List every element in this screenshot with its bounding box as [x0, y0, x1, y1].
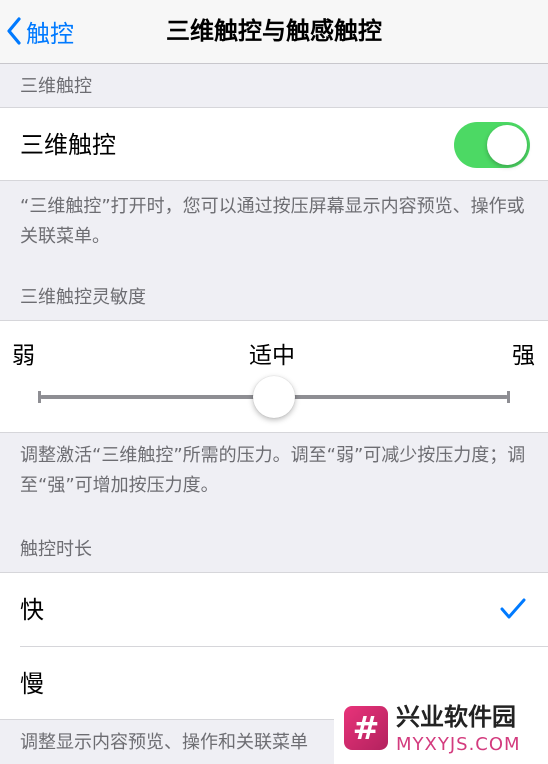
watermark-url: MYXYJS.COM: [396, 734, 521, 755]
slider-tick-min: [38, 391, 41, 403]
slider-thumb[interactable]: [253, 376, 295, 418]
toggle-knob: [487, 125, 527, 165]
watermark: # 兴业软件园 MYXYJS.COM: [334, 696, 548, 764]
duration-option-fast[interactable]: 快: [0, 573, 548, 647]
watermark-name: 兴业软件园: [396, 703, 516, 731]
page-title: 三维触控与触感触控: [166, 17, 382, 45]
duration-option-label: 快: [20, 596, 44, 624]
toggle-cell: 三维触控: [0, 107, 548, 181]
toggle-label: 三维触控: [20, 131, 116, 159]
section-footer-sensitivity: 调整激活“三维触控”所需的压力。调至“弱”可减少按压力度；调至“强”可增加按压力…: [20, 445, 526, 496]
navigation-bar: 触控 三维触控与触感触控: [0, 0, 548, 64]
checkmark-icon: [500, 598, 526, 619]
sensitivity-slider-cell: 弱 适中 强: [0, 320, 548, 433]
duration-option-label: 慢: [20, 670, 44, 698]
section-header-duration: 触控时长: [20, 539, 92, 560]
section-footer-3d-touch: “三维触控”打开时，您可以通过按压屏幕显示内容预览、操作或关联菜单。: [20, 196, 525, 247]
slider-min-label: 弱: [12, 343, 35, 369]
section-header-3d-touch: 三维触控: [20, 76, 92, 97]
slider-max-label: 强: [512, 343, 535, 369]
section-header-sensitivity: 三维触控灵敏度: [20, 287, 146, 308]
slider-mid-label: 适中: [249, 343, 295, 369]
slider-tick-max: [507, 391, 510, 403]
3d-touch-toggle[interactable]: [454, 122, 530, 168]
watermark-logo-icon: #: [344, 706, 388, 750]
